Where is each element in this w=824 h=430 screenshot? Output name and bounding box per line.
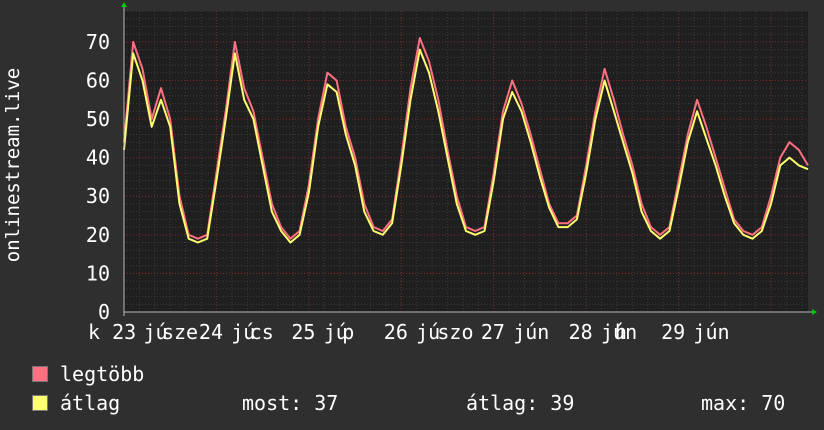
y-tick-label: 60 <box>86 68 110 92</box>
x-tick-label: 27 <box>481 320 505 344</box>
y-axis-label: onlinestream.live <box>2 68 24 262</box>
x-tick-label: jún <box>513 320 549 344</box>
x-tick-label: 25 <box>291 320 315 344</box>
y-tick-label: 40 <box>86 146 110 170</box>
legend-avg-swatch <box>32 395 48 411</box>
y-tick-label: 50 <box>86 107 110 131</box>
legend-max-swatch <box>32 366 48 382</box>
line-chart: 010203040506070 k 23 júsze 24 júcs 25 júp 26 jú… <box>2 2 817 344</box>
y-axis-arrow <box>121 2 127 7</box>
y-tick-label: 20 <box>86 223 110 247</box>
legend-avg-label: átlag <box>60 391 121 415</box>
x-tick-label: szo <box>437 320 473 344</box>
x-tick-label: 26 <box>384 320 408 344</box>
x-tick-label: 29 <box>661 320 685 344</box>
x-tick-label: p <box>342 320 354 344</box>
stat-avg: átlag: 39 <box>466 391 575 415</box>
stat-now: most: 37 <box>242 391 339 415</box>
x-tick-label: jún <box>693 320 729 344</box>
stat-max: max: 70 <box>701 391 786 415</box>
y-tick-label: 10 <box>86 261 110 285</box>
legend-max: legtöbb <box>32 362 144 386</box>
y-tick-label: 30 <box>86 184 110 208</box>
y-tick-label: 70 <box>86 30 110 54</box>
x-tick-label: h <box>615 320 627 344</box>
x-tick-label: 28 <box>569 320 593 344</box>
x-axis-arrow <box>812 309 817 315</box>
y-tick-labels: 010203040506070 <box>86 30 110 324</box>
x-tick-label: 24 <box>199 320 223 344</box>
legend-avg: átlag <box>32 391 120 415</box>
x-tick-labels: k 23 júsze 24 júcs 25 júp 26 júszo 27 jún 28 júnh 29… <box>88 320 730 344</box>
x-tick-label: cs <box>250 320 274 344</box>
x-tick-label: sze <box>162 320 198 344</box>
x-tick-label: k 23 <box>88 320 136 344</box>
plot-area <box>124 11 808 312</box>
legend-max-label: legtöbb <box>60 362 145 386</box>
